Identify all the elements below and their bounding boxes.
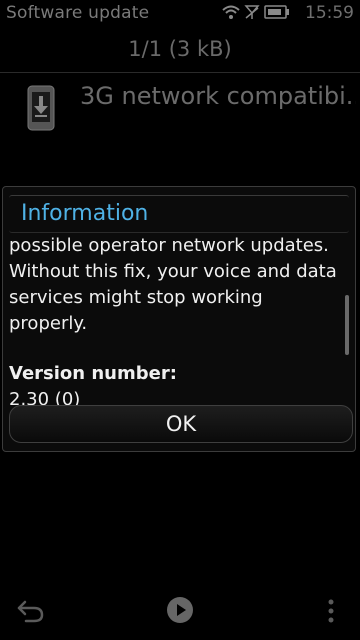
list-item[interactable]: 3G network compatibi... <box>0 74 360 140</box>
signal-off-icon <box>244 4 260 24</box>
ok-button[interactable]: OK <box>9 405 353 443</box>
dialog-body-line: possible operator network updates. <box>9 235 329 256</box>
dialog-body-line: Without this fix, your voice and data <box>9 261 337 282</box>
dialog-title-bar: Information <box>9 195 349 233</box>
wifi-icon <box>222 4 240 24</box>
back-arrow-icon[interactable] <box>16 596 46 626</box>
bottom-toolbar <box>0 584 360 640</box>
options-menu-icon[interactable] <box>326 596 336 626</box>
page-header: 1/1 (3 kB) <box>0 28 360 73</box>
status-bar: Software update 15:59 <box>0 0 360 28</box>
dialog-scrollbar[interactable] <box>345 295 349 355</box>
dialog-body-line: services might stop working properly. <box>9 287 263 334</box>
dialog-title: Information <box>21 201 149 226</box>
download-phone-icon <box>24 84 58 134</box>
information-dialog: Information possible operator network up… <box>2 186 356 452</box>
status-icons <box>222 5 290 23</box>
version-label: Version number: <box>9 363 177 384</box>
battery-icon <box>264 4 290 24</box>
status-clock: 15:59 <box>305 3 354 23</box>
status-app-title: Software update <box>6 3 150 23</box>
list-item-label: 3G network compatibi... <box>80 82 356 110</box>
play-icon[interactable] <box>166 596 194 624</box>
page-title: 1/1 (3 kB) <box>128 37 232 61</box>
software-update-screen: Software update 15:59 1/1 (3 kB) 3G netw… <box>0 0 360 640</box>
dialog-body[interactable]: possible operator network updates. Witho… <box>9 233 339 413</box>
